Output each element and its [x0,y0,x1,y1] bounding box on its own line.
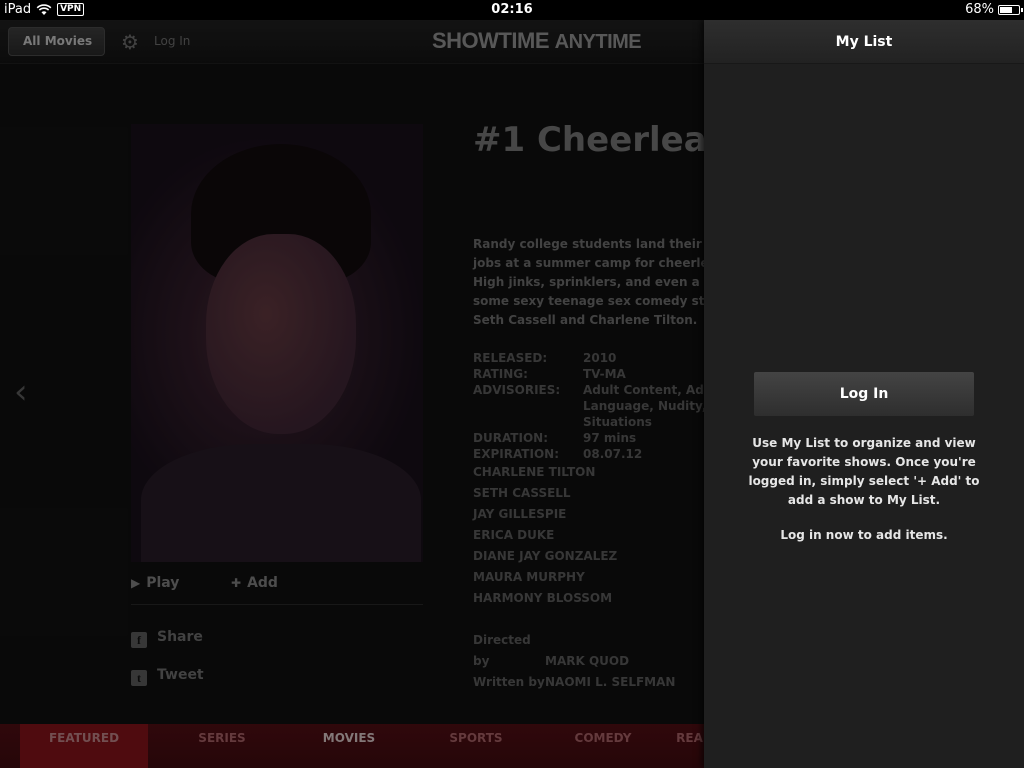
battery-icon [998,4,1023,15]
my-list-title: My List [704,20,1024,64]
status-right: 68% [965,2,1023,17]
battery-percent: 68% [965,2,994,17]
my-list-panel: My List Log In Use My List to organize a… [704,20,1024,768]
status-bar: iPad VPN 02:16 68% [0,0,1024,20]
my-list-login-button[interactable]: Log In [754,372,974,416]
my-list-cta-text: Log in now to add items. [780,528,948,542]
my-list-info-text: Use My List to organize and view your fa… [748,436,980,507]
status-time: 02:16 [491,2,533,17]
